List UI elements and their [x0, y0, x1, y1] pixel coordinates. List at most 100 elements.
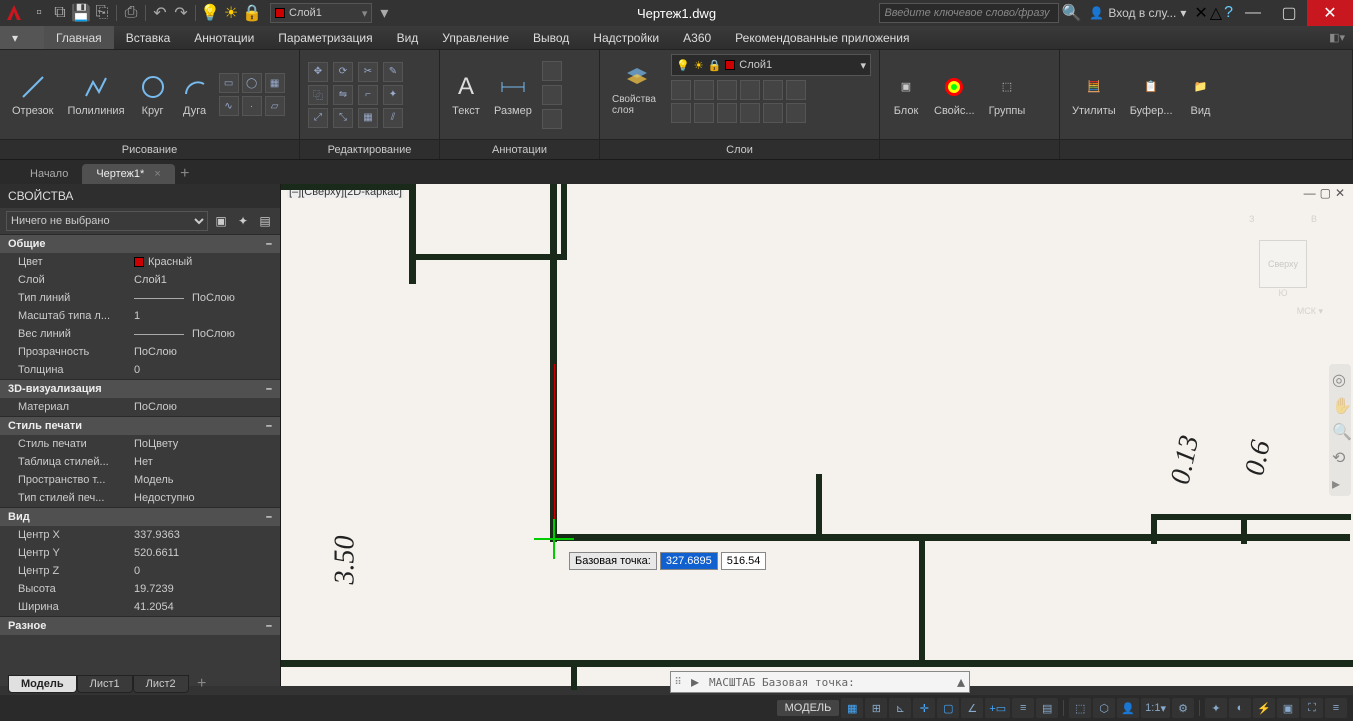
prop-row[interactable]: СлойСлой1 — [0, 271, 280, 289]
draw-line-button[interactable]: Отрезок — [8, 71, 57, 119]
qat-open-icon[interactable]: ⧉ — [51, 4, 69, 22]
prop-group-common[interactable]: Общие– — [0, 234, 280, 253]
cmdline-dropdown-icon[interactable]: ▴ — [953, 672, 969, 692]
help-icon[interactable]: ? — [1224, 4, 1233, 22]
edit-mirror-icon[interactable]: ⇋ — [333, 85, 353, 105]
draw-spline-icon[interactable]: ∿ — [219, 96, 239, 116]
anno-table-icon[interactable] — [542, 85, 562, 105]
prop-row[interactable]: Пространство т...Модель — [0, 471, 280, 489]
search-icon[interactable]: 🔍 — [1061, 3, 1081, 23]
layout-tab-2[interactable]: Лист2 — [133, 675, 189, 693]
status-ws-icon[interactable]: ✦ — [1205, 698, 1227, 718]
cmdline-grip-icon[interactable]: ⠿ — [671, 677, 685, 688]
status-annovis-icon[interactable]: ◐ — [1229, 698, 1251, 718]
search-input[interactable]: Введите ключевое слово/фразу — [879, 3, 1059, 23]
edit-copy-icon[interactable]: ⿻ — [308, 85, 328, 105]
draw-hatch-icon[interactable]: ▦ — [265, 73, 285, 93]
anno-dim-button[interactable]: Размер — [490, 71, 536, 119]
props-quicksel-icon[interactable]: ✦ — [234, 212, 252, 230]
props-button[interactable]: Свойс... — [930, 71, 979, 119]
prop-group-misc[interactable]: Разное– — [0, 616, 280, 635]
layout-tab-model[interactable]: Модель — [8, 675, 77, 693]
properties-selection-dropdown[interactable]: Ничего не выбрано — [6, 211, 208, 231]
status-annoscale-button[interactable]: 1:1 ▾ — [1141, 698, 1170, 718]
layer-tool-5-icon[interactable] — [763, 80, 783, 100]
cmdline-input[interactable] — [705, 676, 953, 689]
layer-tool-10-icon[interactable] — [740, 103, 760, 123]
menu-a360[interactable]: A360 — [671, 26, 723, 49]
draw-polyline-button[interactable]: Полилиния — [63, 71, 128, 119]
layer-tool-11-icon[interactable] — [763, 103, 783, 123]
prop-row[interactable]: Вес линийПоСлою — [0, 325, 280, 343]
prop-row[interactable]: Центр Y520.6611 — [0, 544, 280, 562]
menu-home[interactable]: Главная — [44, 26, 114, 49]
layer-tool-6-icon[interactable] — [786, 80, 806, 100]
anno-cloud-icon[interactable] — [542, 109, 562, 129]
layer-selector[interactable]: 💡☀🔒 Слой1 ▾ — [671, 54, 871, 76]
status-dyninput-icon[interactable]: +▭ — [985, 698, 1010, 718]
qat-new-icon[interactable]: ▫ — [30, 4, 48, 22]
drawing-canvas[interactable]: [–][Сверху][2D-каркас] — ▢ ✕ ЗВ Сверху Ю… — [281, 184, 1353, 686]
menu-featured[interactable]: Рекомендованные приложения — [723, 26, 921, 49]
close-button[interactable]: ✕ — [1307, 0, 1353, 26]
draw-region-icon[interactable]: ▱ — [265, 96, 285, 116]
edit-scale-icon[interactable]: ⤡ — [333, 108, 353, 128]
layer-props-button[interactable]: Свойства слоя — [608, 60, 665, 118]
dynamic-input[interactable]: Базовая точка: 327.6895 516.54 — [569, 552, 766, 570]
cmdline-recent-icon[interactable]: ▸ — [685, 672, 705, 692]
prop-group-viz[interactable]: 3D-визуализация– — [0, 379, 280, 398]
qat-undo-icon[interactable]: ↶ — [151, 4, 169, 22]
edit-array-icon[interactable]: ▦ — [358, 108, 378, 128]
panel-edit-title[interactable]: Редактирование — [300, 139, 439, 159]
layout-tab-1[interactable]: Лист1 — [77, 675, 133, 693]
qat-more-icon[interactable]: ▾ — [375, 4, 393, 22]
layer-tool-4-icon[interactable] — [740, 80, 760, 100]
status-cleanscreen-icon[interactable]: ⛶ — [1301, 698, 1323, 718]
edit-explode-icon[interactable]: ✦ — [383, 85, 403, 105]
layer-tool-9-icon[interactable] — [717, 103, 737, 123]
status-osnap-icon[interactable]: ▢ — [937, 698, 959, 718]
menu-output[interactable]: Вывод — [521, 26, 581, 49]
ribbon-launcher-icon[interactable]: ◧▾ — [1329, 31, 1345, 44]
filetab-add-button[interactable]: + — [175, 164, 195, 184]
layer-tool-3-icon[interactable] — [717, 80, 737, 100]
edit-stretch-icon[interactable]: ⤢ — [308, 108, 328, 128]
cloud-icon[interactable]: △ — [1210, 3, 1222, 23]
status-snap-icon[interactable]: ⊞ — [865, 698, 887, 718]
app-logo[interactable] — [2, 1, 26, 25]
qat-layer-selector[interactable]: Слой1 ▾ — [270, 3, 372, 23]
draw-point-icon[interactable]: · — [242, 96, 262, 116]
clipboard-button[interactable]: 📋Буфер... — [1126, 71, 1177, 119]
prop-row[interactable]: Толщина0 — [0, 361, 280, 379]
prop-row[interactable]: МатериалПоСлою — [0, 398, 280, 416]
prop-row[interactable]: Таблица стилей...Нет — [0, 453, 280, 471]
qat-saveas-icon[interactable]: ⎘ — [93, 4, 111, 22]
signin-button[interactable]: 👤 Вход в слу... ▾ — [1083, 6, 1192, 20]
anno-text-button[interactable]: AТекст — [448, 71, 484, 119]
status-polar-icon[interactable]: ✛ — [913, 698, 935, 718]
command-line[interactable]: ⠿ ▸ ▴ — [670, 671, 970, 693]
layer-tool-12-icon[interactable] — [786, 103, 806, 123]
status-3dosnap-icon[interactable]: ⬡ — [1093, 698, 1115, 718]
status-ortho-icon[interactable]: ⊾ — [889, 698, 911, 718]
utils-button[interactable]: 🧮Утилиты — [1068, 71, 1120, 119]
lock-icon[interactable]: 🔒 — [243, 4, 261, 22]
sun-icon[interactable]: ☀ — [222, 4, 240, 22]
anno-leader-icon[interactable] — [542, 61, 562, 81]
layer-tool-8-icon[interactable] — [694, 103, 714, 123]
prop-group-plot[interactable]: Стиль печати– — [0, 416, 280, 435]
prop-row[interactable]: Тип линийПоСлою — [0, 289, 280, 307]
maximize-button[interactable]: ▢ — [1271, 0, 1307, 26]
layout-add-button[interactable]: + — [193, 675, 211, 693]
props-toggle-icon[interactable]: ▤ — [256, 212, 274, 230]
prop-row[interactable]: Масштаб типа л...1 — [0, 307, 280, 325]
prop-row[interactable]: Высота19.7239 — [0, 580, 280, 598]
bulb-icon[interactable]: 💡 — [201, 4, 219, 22]
layer-tool-7-icon[interactable] — [671, 103, 691, 123]
edit-move-icon[interactable]: ✥ — [308, 62, 328, 82]
status-selcycle-icon[interactable]: ⬚ — [1069, 698, 1091, 718]
edit-fillet-icon[interactable]: ⌐ — [358, 85, 378, 105]
props-pim-icon[interactable]: ▣ — [212, 212, 230, 230]
view-button[interactable]: 📁Вид — [1183, 71, 1219, 119]
prop-group-view[interactable]: Вид– — [0, 507, 280, 526]
